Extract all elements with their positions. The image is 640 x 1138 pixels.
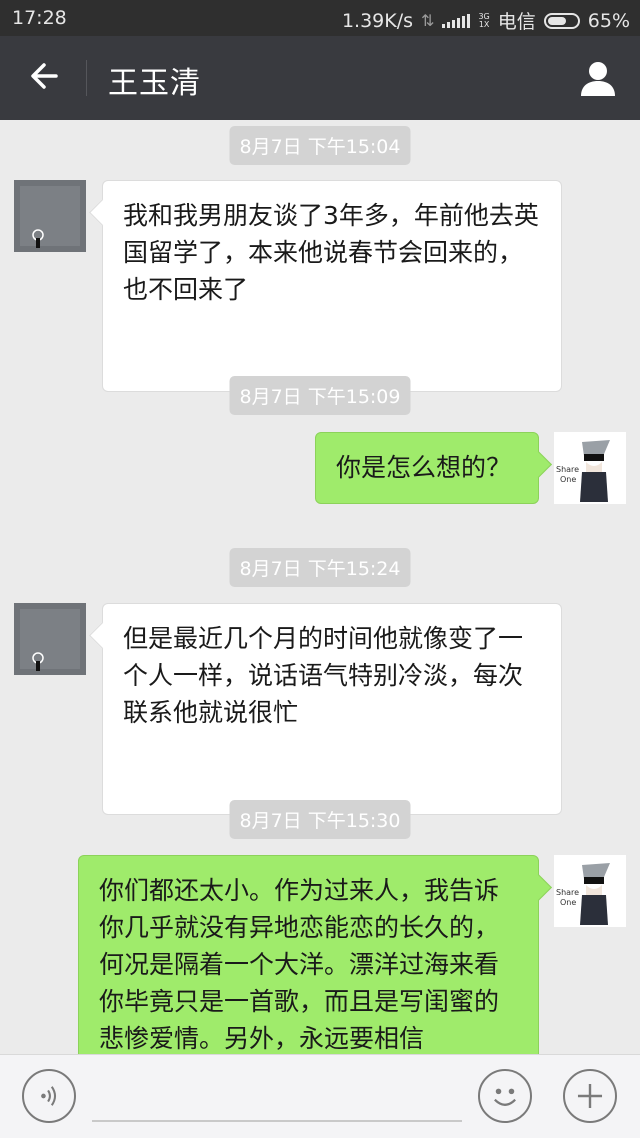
carrier-name: 电信 — [497, 11, 536, 33]
my-avatar[interactable]: Share One — [554, 432, 626, 504]
chat-title: 王玉清 — [108, 66, 201, 101]
status-bar: 17:28 1.39K/s ⇅ 3G 1X 电信 65% — [0, 0, 640, 36]
plus-icon[interactable] — [563, 1069, 617, 1123]
signal-icon — [442, 13, 471, 28]
person-icon[interactable] — [578, 58, 618, 98]
incoming-message: 但是最近几个月的时间他就像变了一个人一样，说话语气特别冷淡，每次联系他就说很忙 — [102, 603, 562, 815]
battery-icon — [543, 12, 580, 29]
network-speed: 1.39K/s — [341, 9, 414, 32]
voice-icon[interactable] — [22, 1069, 76, 1123]
nav-bar: 王玉清 — [0, 36, 640, 120]
avatar-label: One — [560, 475, 576, 484]
chat-area[interactable]: 8月7日 下午15:04 我和我男朋友谈了3年多，年前他去英国留学了，本来他说春… — [0, 120, 640, 1054]
timestamp: 8月7日 下午15:30 — [229, 800, 411, 839]
my-avatar[interactable]: Share One — [554, 855, 626, 927]
network-type: 3G 1X — [478, 11, 490, 29]
avatar-label: One — [560, 898, 576, 907]
status-right: 1.39K/s ⇅ 3G 1X 电信 65% — [342, 7, 630, 34]
data-arrows-icon: ⇅ — [421, 11, 435, 30]
timestamp: 8月7日 下午15:04 — [229, 126, 411, 165]
contact-avatar[interactable] — [14, 603, 86, 675]
avatar-label: Share — [556, 888, 579, 897]
outgoing-message: 你们都还太小。作为过来人，我告诉你几乎就没有异地恋能恋的长久的，何况是隔着一个大… — [78, 855, 539, 1054]
battery-percent: 65% — [587, 9, 630, 32]
message-input[interactable] — [92, 1120, 462, 1122]
nav-divider — [86, 60, 87, 96]
contact-avatar[interactable] — [14, 180, 86, 252]
back-arrow-icon[interactable] — [24, 56, 64, 96]
avatar-label: Share — [556, 465, 579, 474]
timestamp: 8月7日 下午15:09 — [229, 376, 411, 415]
timestamp: 8月7日 下午15:24 — [229, 548, 411, 587]
incoming-message: 我和我男朋友谈了3年多，年前他去英国留学了，本来他说春节会回来的，也不回来了 — [102, 180, 562, 392]
outgoing-message: 你是怎么想的？ — [315, 432, 539, 504]
input-bar — [0, 1054, 640, 1138]
emoji-icon[interactable] — [478, 1069, 532, 1123]
status-time: 17:28 — [12, 7, 67, 29]
